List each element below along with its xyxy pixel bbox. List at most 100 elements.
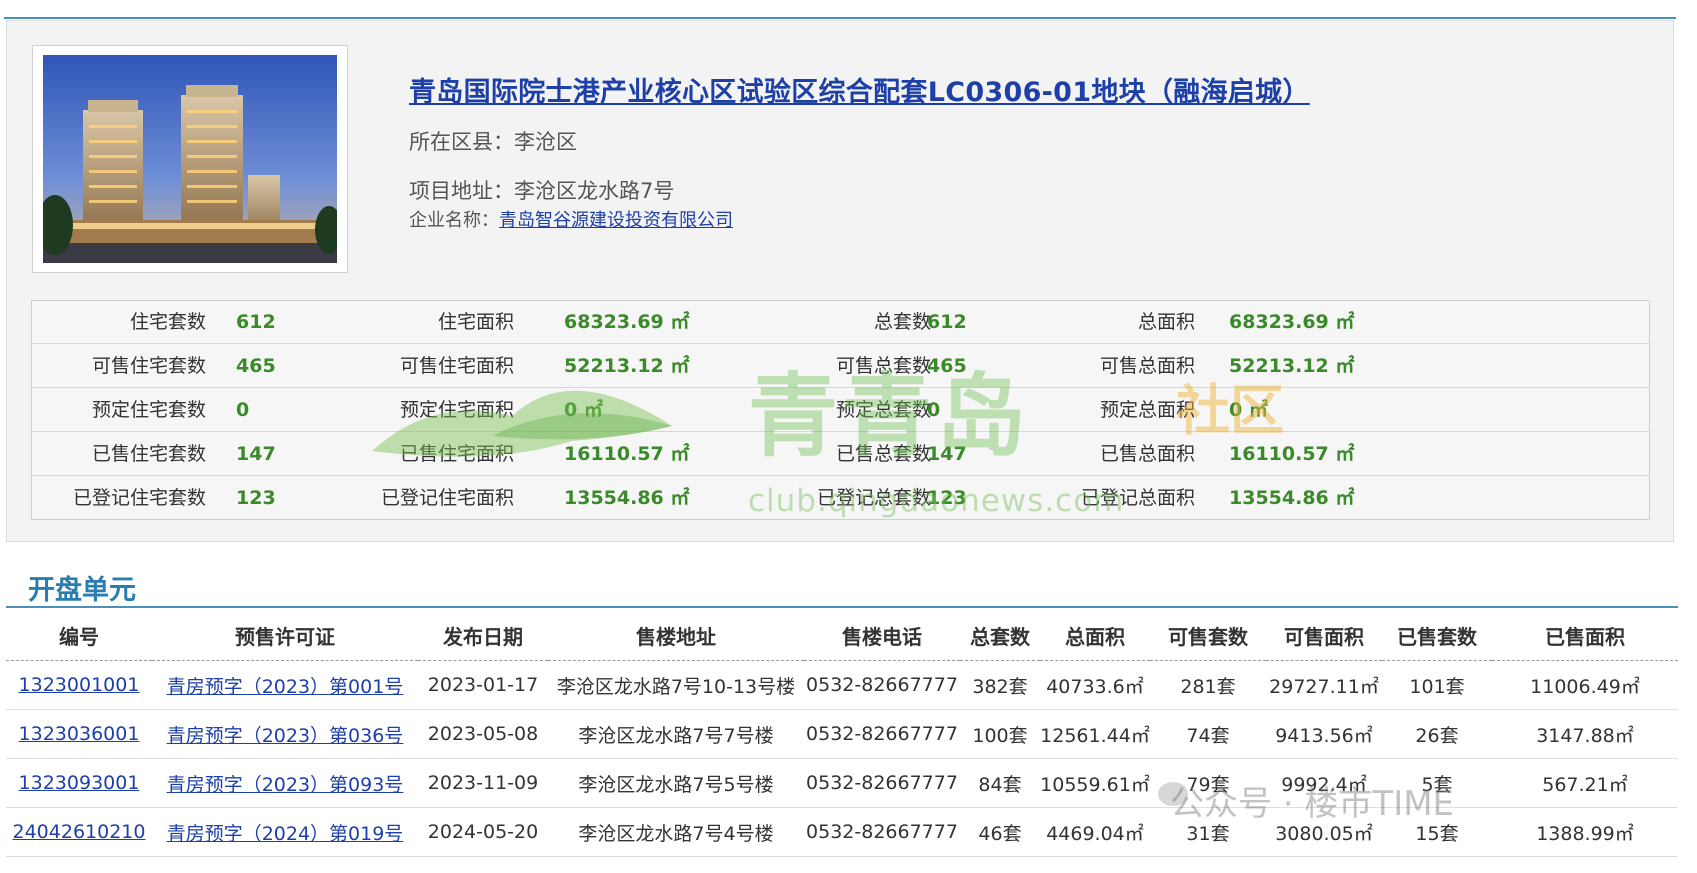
table-row: 1323093001 青房预字（2023）第093号 2023-11-09 李沧… — [6, 758, 1678, 808]
address-cell: 李沧区龙水路7号5号楼 — [548, 758, 804, 808]
col-header-avail-units[interactable]: 可售套数 — [1150, 610, 1266, 661]
col-header-id[interactable]: 编号 — [6, 610, 152, 661]
stat-label: 可售总面积 — [1099, 355, 1195, 377]
address-cell: 李沧区龙水路7号4号楼 — [548, 807, 804, 857]
stat-label: 总面积 — [1137, 311, 1195, 333]
stat-value: 0 ㎡ — [1229, 399, 1268, 421]
avail-units-cell: 31套 — [1150, 807, 1266, 857]
stat-label: 已售总套数 — [835, 443, 931, 465]
stat-value: 52213.12 ㎡ — [1229, 355, 1355, 377]
units-header-row: 编号 预售许可证 发布日期 售楼地址 售楼电话 总套数 总面积 可售套数 可售面… — [6, 610, 1678, 661]
company-label: 企业名称： — [409, 210, 499, 231]
avail-area-cell: 9413.56㎡ — [1266, 709, 1382, 759]
phone-cell: 0532-82667777 — [804, 660, 960, 710]
col-header-sold-units[interactable]: 已售套数 — [1382, 610, 1492, 661]
stat-label: 住宅套数 — [129, 311, 206, 333]
address-label: 项目地址： — [409, 179, 514, 203]
stat-value: 16110.57 ㎡ — [564, 443, 690, 465]
unit-id-link[interactable]: 1323036001 — [19, 723, 140, 745]
stat-label: 总套数 — [873, 311, 931, 333]
total-units-cell: 382套 — [960, 660, 1040, 710]
stat-label: 已登记总面积 — [1080, 487, 1195, 509]
project-photo[interactable] — [43, 55, 337, 263]
stat-label: 预定总面积 — [1099, 399, 1195, 421]
date-cell: 2023-01-17 — [418, 660, 548, 710]
total-area-cell: 12561.44㎡ — [1040, 709, 1150, 759]
sold-area-cell: 567.21㎡ — [1492, 758, 1678, 808]
total-units-cell: 46套 — [960, 807, 1040, 857]
sold-units-cell: 101套 — [1382, 660, 1492, 710]
district-line: 所在区县：李沧区 — [409, 126, 577, 156]
avail-units-cell: 281套 — [1150, 660, 1266, 710]
stat-value: 13554.86 ㎡ — [564, 487, 690, 509]
stat-value: 147 — [236, 443, 276, 465]
col-header-sold-area[interactable]: 已售面积 — [1492, 610, 1678, 661]
stat-value: 68323.69 ㎡ — [1229, 311, 1355, 333]
stats-row: 可售住宅套数 465 可售住宅面积 52213.12 ㎡ 可售总套数 465 可… — [32, 345, 1649, 388]
col-header-phone[interactable]: 售楼电话 — [804, 610, 960, 661]
address-cell: 李沧区龙水路7号7号楼 — [548, 709, 804, 759]
avail-units-cell: 74套 — [1150, 709, 1266, 759]
stat-label: 已登记住宅面积 — [380, 487, 514, 509]
address-value: 李沧区龙水路7号 — [514, 179, 675, 203]
stat-value: 147 — [927, 443, 967, 465]
stat-value: 123 — [236, 487, 276, 509]
company-link[interactable]: 青岛智谷源建设投资有限公司 — [499, 210, 733, 231]
phone-cell: 0532-82667777 — [804, 709, 960, 759]
stat-value: 123 — [927, 487, 967, 509]
stat-value: 465 — [927, 355, 967, 377]
stat-value: 68323.69 ㎡ — [564, 311, 690, 333]
stat-label: 可售总套数 — [835, 355, 931, 377]
date-cell: 2023-05-08 — [418, 709, 548, 759]
date-cell: 2024-05-20 — [418, 807, 548, 857]
unit-id-link[interactable]: 24042610210 — [13, 821, 146, 843]
permit-link[interactable]: 青房预字（2024）第019号 — [167, 823, 404, 845]
stats-row: 预定住宅套数 0 预定住宅面积 0 ㎡ 预定总套数 0 预定总面积 0 ㎡ — [32, 389, 1649, 432]
sold-units-cell: 5套 — [1382, 758, 1492, 808]
total-units-cell: 100套 — [960, 709, 1040, 759]
total-area-cell: 10559.61㎡ — [1040, 758, 1150, 808]
permit-link[interactable]: 青房预字（2023）第036号 — [167, 725, 404, 747]
stat-value: 16110.57 ㎡ — [1229, 443, 1355, 465]
avail-area-cell: 3080.05㎡ — [1266, 807, 1382, 857]
stat-value: 0 ㎡ — [564, 399, 603, 421]
col-header-total-area[interactable]: 总面积 — [1040, 610, 1150, 661]
sold-area-cell: 1388.99㎡ — [1492, 807, 1678, 857]
district-label: 所在区县： — [409, 130, 514, 154]
col-header-date[interactable]: 发布日期 — [418, 610, 548, 661]
total-area-cell: 40733.6㎡ — [1040, 660, 1150, 710]
table-row: 24042610210 青房预字（2024）第019号 2024-05-20 李… — [6, 807, 1678, 857]
stat-label: 已售总面积 — [1099, 443, 1195, 465]
units-table: 编号 预售许可证 发布日期 售楼地址 售楼电话 总套数 总面积 可售套数 可售面… — [6, 610, 1678, 857]
sold-units-cell: 26套 — [1382, 709, 1492, 759]
col-header-address[interactable]: 售楼地址 — [548, 610, 804, 661]
address-line: 项目地址：李沧区龙水路7号 — [409, 175, 674, 205]
permit-link[interactable]: 青房预字（2023）第001号 — [167, 676, 404, 698]
stats-row: 已售住宅套数 147 已售住宅面积 16110.57 ㎡ 已售总套数 147 已… — [32, 433, 1649, 476]
stat-label: 已售住宅面积 — [399, 443, 514, 465]
stat-value: 52213.12 ㎡ — [564, 355, 690, 377]
col-header-total-units[interactable]: 总套数 — [960, 610, 1040, 661]
total-units-cell: 84套 — [960, 758, 1040, 808]
date-cell: 2023-11-09 — [418, 758, 548, 808]
stat-label: 已登记总套数 — [816, 487, 931, 509]
col-header-avail-area[interactable]: 可售面积 — [1266, 610, 1382, 661]
project-photo-frame — [32, 45, 348, 273]
permit-link[interactable]: 青房预字（2023）第093号 — [167, 774, 404, 796]
stat-label: 住宅面积 — [437, 311, 514, 333]
stat-label: 预定总套数 — [835, 399, 931, 421]
total-area-cell: 4469.04㎡ — [1040, 807, 1150, 857]
col-header-permit[interactable]: 预售许可证 — [152, 610, 418, 661]
stats-table: 住宅套数 612 住宅面积 68323.69 ㎡ 总套数 612 总面积 683… — [31, 300, 1650, 520]
avail-units-cell: 79套 — [1150, 758, 1266, 808]
stats-row: 住宅套数 612 住宅面积 68323.69 ㎡ 总套数 612 总面积 683… — [32, 301, 1649, 344]
company-line: 企业名称：青岛智谷源建设投资有限公司 — [409, 206, 733, 232]
stat-value: 0 — [927, 399, 941, 421]
stat-label: 可售住宅套数 — [91, 355, 206, 377]
project-title-link[interactable]: 青岛国际院士港产业核心区试验区综合配套LC0306-01地块（融海启城） — [409, 70, 1310, 109]
unit-id-link[interactable]: 1323001001 — [19, 674, 140, 696]
stat-value: 612 — [927, 311, 967, 333]
table-row: 1323036001 青房预字（2023）第036号 2023-05-08 李沧… — [6, 709, 1678, 759]
unit-id-link[interactable]: 1323093001 — [19, 772, 140, 794]
phone-cell: 0532-82667777 — [804, 807, 960, 857]
